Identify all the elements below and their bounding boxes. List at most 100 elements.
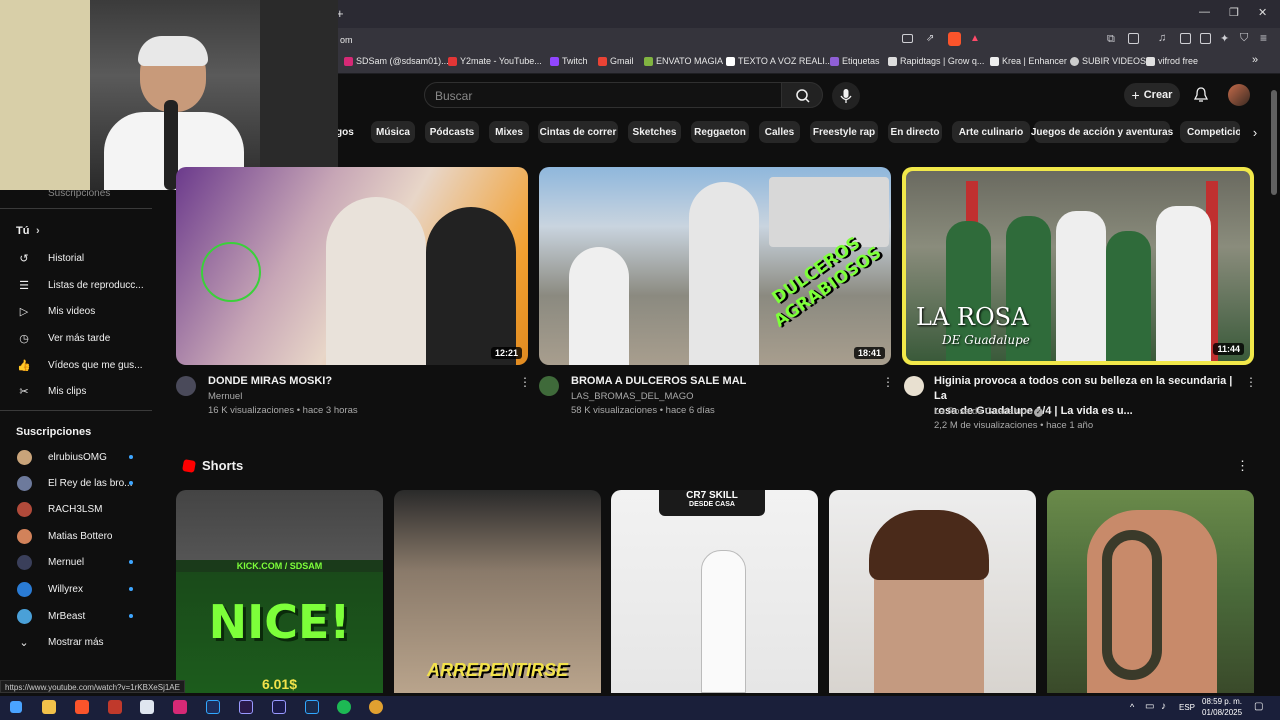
photoshop-icon[interactable]	[206, 700, 220, 714]
chip[interactable]: Mixes	[489, 121, 529, 143]
ai-assistant-icon[interactable]: ✦	[1220, 32, 1229, 45]
notification-center-icon[interactable]: ▢	[1254, 701, 1263, 712]
clock-time[interactable]: 08:59 p. m.	[1202, 697, 1242, 706]
instagram-icon[interactable]	[173, 700, 187, 714]
sidebar-item-clips[interactable]: ✂ Mis clips	[0, 380, 160, 402]
address-text[interactable]: om	[340, 35, 353, 45]
voice-search-button[interactable]	[832, 82, 860, 110]
sidebar-item-subscription[interactable]: El Rey de las bro...	[0, 472, 160, 494]
chip[interactable]: Freestyle rap	[810, 121, 878, 143]
brave-icon[interactable]	[75, 700, 89, 714]
close-icon[interactable]: ✕	[1258, 6, 1267, 19]
notifications-button[interactable]	[1193, 86, 1209, 109]
video-title[interactable]: BROMA A DULCEROS SALE MAL	[571, 374, 861, 389]
chip[interactable]: Sketches	[628, 121, 681, 143]
file-explorer-icon[interactable]	[42, 700, 56, 714]
app-icon[interactable]	[140, 700, 154, 714]
bookmark-item[interactable]: Rapidtags | Grow q...	[888, 56, 984, 66]
extensions-icon[interactable]: ⧉	[1107, 33, 1115, 46]
more-bookmarks-button[interactable]: »	[1252, 54, 1258, 66]
bookmark-item[interactable]: Krea | Enhancer	[990, 56, 1067, 66]
sidebar-item-playlists[interactable]: ☰ Listas de reproducc...	[0, 274, 160, 296]
chip[interactable]: Calles	[759, 121, 800, 143]
chip[interactable]: Competicion	[1180, 121, 1240, 143]
video-thumbnail[interactable]: LA ROSA DE Guadalupe 11:44	[902, 167, 1254, 365]
chip[interactable]: Reggaeton	[691, 121, 749, 143]
chip[interactable]: Arte culinario	[952, 121, 1030, 143]
more-options-icon[interactable]: ⋮	[519, 375, 531, 389]
shorts-more-options-icon[interactable]: ⋮	[1236, 458, 1249, 474]
bookmark-item[interactable]: TEXTO A VOZ REALI...	[726, 56, 832, 66]
brave-rewards-icon[interactable]: ▲	[970, 33, 980, 44]
bookmark-item[interactable]: SDSam (@sdsam01)...	[344, 56, 449, 66]
restore-icon[interactable]: ❐	[1229, 6, 1239, 19]
sidebar-item-subscription[interactable]: Willyrex	[0, 578, 160, 600]
short-thumbnail[interactable]: CR7 SKILL DESDE CASA	[611, 490, 818, 693]
network-icon[interactable]: ▭	[1145, 701, 1154, 712]
sidebar-item-watch-later[interactable]: ◷ Ver más tarde	[0, 327, 160, 349]
minimize-icon[interactable]: —	[1199, 6, 1210, 18]
chip[interactable]: Música	[371, 121, 415, 143]
chip[interactable]: Cintas de correr	[538, 121, 618, 143]
sidebar-item-liked-videos[interactable]: 👍 Vídeos que me gus...	[0, 354, 160, 376]
create-button[interactable]: + Crear	[1124, 83, 1180, 107]
menu-icon[interactable]: ≡	[1260, 31, 1267, 45]
bookmark-item[interactable]: SUBIR VIDEOS	[1070, 56, 1146, 66]
bookmark-item[interactable]: vifrod free	[1146, 56, 1198, 66]
account-avatar[interactable]	[1228, 84, 1250, 106]
channel-name[interactable]: LAS_BROMAS_DEL_MAGO	[571, 391, 694, 402]
chip[interactable]: gos	[336, 121, 354, 143]
bookmark-item[interactable]: Twitch	[550, 56, 588, 66]
sidebar-item-subscription[interactable]: Mernuel	[0, 551, 160, 573]
channel-avatar[interactable]	[176, 376, 196, 396]
volume-icon[interactable]: ♪	[1161, 701, 1166, 712]
chips-next-button[interactable]: ›	[1240, 121, 1270, 143]
channel-avatar[interactable]	[539, 376, 559, 396]
sidebar-item-subscription[interactable]: MrBeast	[0, 605, 160, 627]
language-indicator[interactable]: ESP	[1179, 703, 1195, 712]
video-title[interactable]: DONDE MIRAS MOSKI?	[208, 374, 498, 389]
video-thumbnail[interactable]: 12:21	[176, 167, 528, 365]
search-input[interactable]: Buscar	[424, 82, 782, 108]
lightroom-icon[interactable]	[305, 700, 319, 714]
show-more-button[interactable]: ⌄ Mostrar más	[0, 631, 160, 653]
short-thumbnail[interactable]: ARREPENTIRSE	[394, 490, 601, 693]
sidebar-item-subscription[interactable]: Matias Bottero	[0, 525, 160, 547]
after-effects-icon[interactable]	[272, 700, 286, 714]
short-thumbnail[interactable]: KICK.COM / SDSAM NICE! 6.01$	[176, 490, 383, 693]
chip[interactable]: En directo	[888, 121, 942, 143]
sidebar-toggle-icon[interactable]	[1180, 33, 1191, 44]
video-thumbnail[interactable]: DULCEROS AGRABIOSOS 18:41	[539, 167, 891, 365]
short-thumbnail[interactable]	[829, 490, 1036, 693]
channel-avatar[interactable]	[904, 376, 924, 396]
app-icon[interactable]	[108, 700, 122, 714]
sidebar-item-history[interactable]: ↺ Historial	[0, 247, 160, 269]
more-options-icon[interactable]: ⋮	[882, 375, 894, 389]
chip[interactable]: Juegos de acción y aventuras	[1031, 121, 1173, 143]
windows-start-icon[interactable]	[10, 701, 22, 713]
vpn-icon[interactable]: ⛉	[1240, 32, 1248, 45]
spotify-icon[interactable]	[337, 700, 351, 714]
wallet-icon[interactable]	[1200, 33, 1211, 44]
premiere-icon[interactable]	[239, 700, 253, 714]
search-button[interactable]	[781, 82, 823, 108]
channel-name[interactable]: La Rosa de Guadalupe ✓	[934, 406, 1044, 417]
bookmark-item[interactable]: Etiquetas	[830, 56, 880, 66]
bookmark-item[interactable]: Y2mate - YouTube...	[448, 56, 542, 66]
bookmark-item[interactable]: Gmail	[598, 56, 634, 66]
vertical-scrollbar[interactable]	[1271, 90, 1277, 195]
tray-chevron-icon[interactable]: ^	[1130, 702, 1134, 712]
channel-name[interactable]: Mernuel	[208, 391, 242, 402]
share-icon[interactable]: ⇗	[926, 33, 934, 44]
chip[interactable]: Pódcasts	[425, 121, 479, 143]
sidebar-you-header[interactable]: Tú ›	[0, 220, 160, 242]
install-app-icon[interactable]	[902, 34, 913, 43]
sidebar-item-my-videos[interactable]: ▷ Mis videos	[0, 300, 160, 322]
brave-shields-icon[interactable]	[948, 32, 961, 46]
more-options-icon[interactable]: ⋮	[1245, 375, 1257, 389]
screenshot-icon[interactable]	[1128, 33, 1139, 44]
clock-date[interactable]: 01/08/2025	[1202, 708, 1242, 717]
music-icon[interactable]: ♫	[1158, 32, 1166, 44]
app-icon[interactable]	[369, 700, 383, 714]
sidebar-item-subscription[interactable]: elrubiusOMG	[0, 446, 160, 468]
